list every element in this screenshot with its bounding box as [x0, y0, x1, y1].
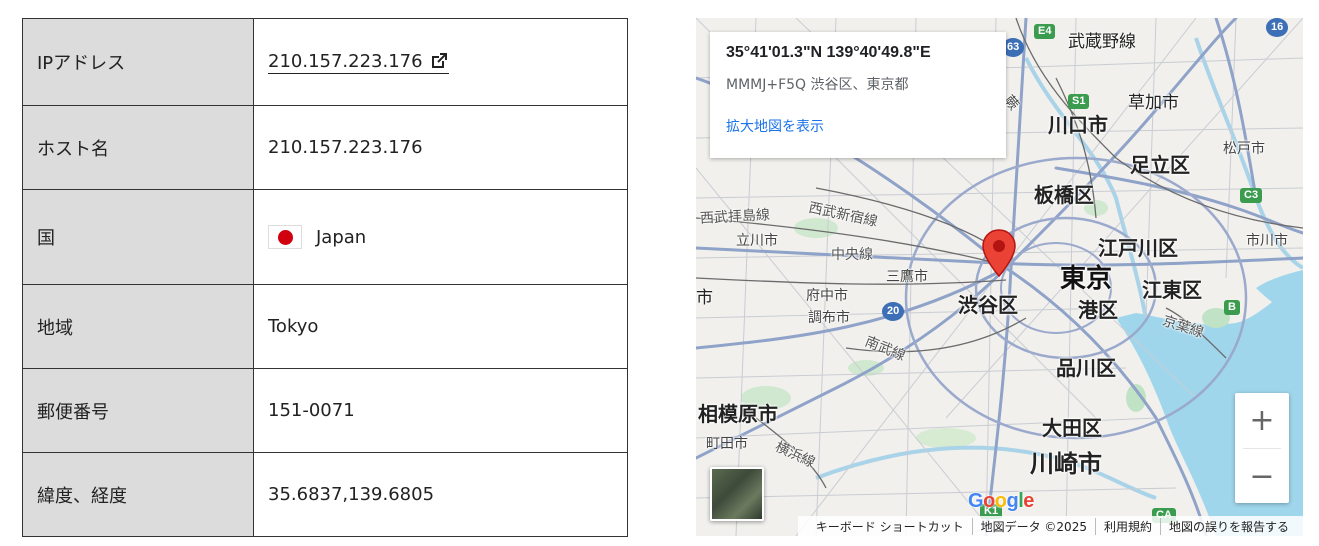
- terms-link[interactable]: 利用規約: [1094, 517, 1160, 535]
- map-label-ichikawa: 市川市: [1246, 233, 1288, 249]
- map-label-koto: 江東区: [1142, 278, 1202, 302]
- map-label-mitaka: 三鷹市: [886, 269, 928, 285]
- map-label-fuchu: 府中市: [806, 288, 848, 304]
- coordinates-text: 35°41'01.3"N 139°40'49.8"E: [726, 44, 931, 61]
- google-map[interactable]: 武蔵野線 蕨 川口市 草加市 足立区 松戸市 板橋区 西武拝島線 西武新宿線 立…: [696, 18, 1303, 536]
- table-row: 緯度、経度 35.6837,139.6805: [22, 452, 628, 537]
- japan-flag-icon: [268, 225, 302, 249]
- row-label-country: 国: [22, 189, 254, 285]
- row-label-hostname: ホスト名: [22, 105, 254, 190]
- row-value-region: Tokyo: [253, 284, 628, 369]
- row-label-postal: 郵便番号: [22, 368, 254, 453]
- table-row: 国 Japan: [22, 189, 628, 285]
- view-larger-map-link[interactable]: 拡大地図を表示: [726, 116, 990, 136]
- external-link-icon: [431, 53, 447, 68]
- table-row: 郵便番号 151-0071: [22, 368, 628, 453]
- zoom-out-button[interactable]: −: [1235, 449, 1289, 504]
- map-label-edogawa: 江戸川区: [1098, 236, 1178, 260]
- map-label-musashino-line: 武蔵野線: [1068, 32, 1136, 52]
- route-shield-b: B: [1224, 300, 1240, 315]
- route-shield-c3: C3: [1240, 188, 1263, 203]
- map-label-ota: 大田区: [1042, 416, 1102, 440]
- keyboard-shortcuts-link[interactable]: キーボード ショートカット: [808, 518, 972, 535]
- map-label-machida: 町田市: [706, 436, 748, 452]
- table-row: ホスト名 210.157.223.176: [22, 105, 628, 190]
- zoom-in-button[interactable]: +: [1235, 393, 1289, 448]
- map-label-shibuya: 渋谷区: [958, 293, 1018, 317]
- map-label-shinagawa: 品川区: [1056, 356, 1116, 380]
- row-value-postal: 151-0071: [253, 368, 628, 453]
- map-label-matsudo: 松戸市: [1223, 141, 1265, 157]
- zoom-controls: + −: [1235, 393, 1289, 503]
- map-label-sagamihara: 相模原市: [698, 402, 778, 426]
- map-label-itabashi: 板橋区: [1034, 183, 1094, 207]
- map-label-seibu-haijima: 西武拝島線: [699, 207, 771, 227]
- ip-address-text: 210.157.223.176: [268, 50, 423, 72]
- map-label-kawaguchi: 川口市: [1048, 113, 1108, 137]
- map-label-tokyo: 東京: [1060, 264, 1113, 294]
- map-label-kawasaki: 川崎市: [1030, 450, 1102, 478]
- table-row: 地域 Tokyo: [22, 284, 628, 369]
- satellite-layer-toggle[interactable]: [710, 467, 764, 521]
- country-name: Japan: [316, 226, 367, 248]
- google-logo: Google: [968, 490, 1034, 512]
- table-row: IPアドレス 210.157.223.176: [22, 18, 628, 106]
- ip-address-link[interactable]: 210.157.223.176: [268, 51, 449, 74]
- row-value-ip: 210.157.223.176: [253, 18, 628, 106]
- location-pin-icon[interactable]: [981, 228, 1017, 280]
- row-label-ip: IPアドレス: [22, 18, 254, 106]
- map-label-tachikawa: 立川市: [736, 233, 778, 249]
- route-shield-e4: E4: [1034, 24, 1056, 39]
- row-value-country: Japan: [253, 189, 628, 285]
- report-error-link[interactable]: 地図の誤りを報告する: [1159, 517, 1297, 535]
- map-label-minato: 港区: [1078, 298, 1118, 322]
- map-attribution-bar: キーボード ショートカット 地図データ ©2025 利用規約 地図の誤りを報告す…: [797, 516, 1303, 536]
- ip-info-table: IPアドレス 210.157.223.176 ホスト名 210.157.223.…: [22, 18, 628, 537]
- row-label-latlng: 緯度、経度: [22, 452, 254, 537]
- map-data-text: 地図データ ©2025: [971, 517, 1095, 535]
- row-value-latlng: 35.6837,139.6805: [253, 452, 628, 537]
- plus-code-text: MMMJ+F5Q 渋谷区、東京都: [726, 77, 909, 93]
- row-value-hostname: 210.157.223.176: [253, 105, 628, 190]
- row-label-region: 地域: [22, 284, 254, 369]
- map-label-soka: 草加市: [1128, 93, 1179, 113]
- route-shield-s1: S1: [1068, 94, 1090, 109]
- map-label-adachi: 足立区: [1130, 153, 1190, 177]
- map-info-card: 35°41'01.3"N 139°40'49.8"E MMMJ+F5Q 渋谷区、…: [710, 32, 1006, 158]
- map-label-chuo-line: 中央線: [831, 247, 873, 263]
- map-label-shi: 市: [696, 288, 713, 308]
- map-label-chofu: 調布市: [808, 310, 850, 326]
